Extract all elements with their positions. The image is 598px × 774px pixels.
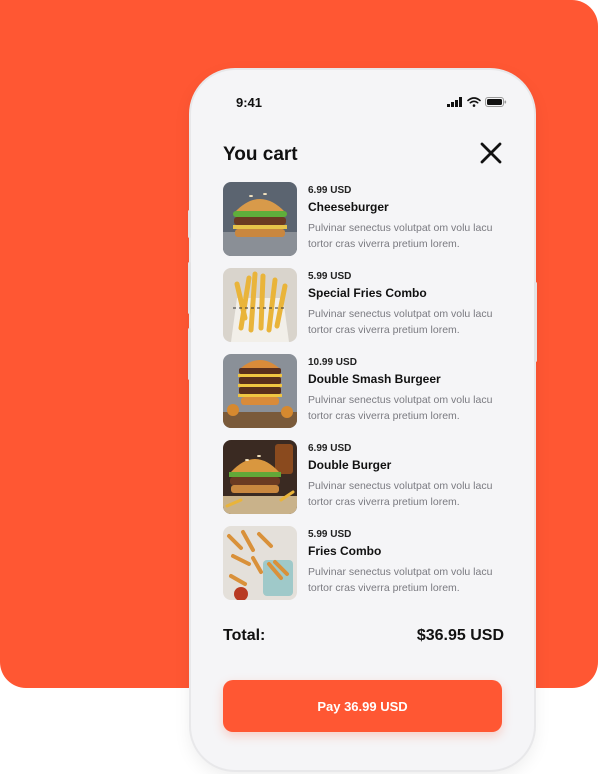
item-price: 5.99 USD (308, 271, 352, 282)
item-description: Pulvinar senectus volutpat om volu lacu … (308, 566, 493, 594)
fries-combo-photo (223, 526, 297, 600)
cart-header: You cart (223, 140, 504, 180)
phone-side-button (188, 210, 191, 238)
item-name: Double Smash Burgeer (308, 372, 441, 386)
close-button[interactable] (478, 140, 504, 166)
phone-side-button (188, 328, 191, 380)
total-value: $36.95 USD (416, 627, 504, 644)
item-name: Fries Combo (308, 544, 382, 558)
battery-icon (485, 97, 507, 107)
cart-item[interactable]: 5.99 USD Fries Combo Pulvinar senectus v… (223, 526, 508, 612)
cheeseburger-photo (223, 182, 297, 256)
cart-item[interactable]: 6.99 USD Double Burger Pulvinar senectus… (223, 440, 508, 526)
signal-icon (447, 97, 462, 107)
smash-burger-photo (223, 354, 297, 428)
wifi-icon (467, 97, 481, 107)
item-description: Pulvinar senectus volutpat om volu lacu … (308, 308, 493, 336)
cart-item-list: 6.99 USD Cheeseburger Pulvinar senectus … (223, 182, 508, 612)
phone-side-button (534, 282, 537, 362)
phone-side-button (188, 262, 191, 314)
close-icon (480, 142, 502, 164)
item-price: 6.99 USD (308, 185, 352, 196)
item-name: Cheeseburger (308, 200, 389, 214)
cart-item[interactable]: 10.99 USD Double Smash Burgeer Pulvinar … (223, 354, 508, 440)
fries-photo (223, 268, 297, 342)
item-price: 6.99 USD (308, 443, 352, 454)
cart-total: Total: $36.95 USD (223, 627, 504, 651)
item-price: 5.99 USD (308, 529, 352, 540)
cart-item[interactable]: 5.99 USD Special Fries Combo Pulvinar se… (223, 268, 508, 354)
item-description: Pulvinar senectus volutpat om volu lacu … (308, 394, 493, 422)
pay-button[interactable]: Pay 36.99 USD (223, 680, 502, 732)
item-name: Special Fries Combo (308, 286, 427, 300)
double-burger-photo (223, 440, 297, 514)
phone-frame: 9:41 You cart 6.99 USD Cheeseburger Pulv… (191, 70, 534, 770)
item-description: Pulvinar senectus volutpat om volu lacu … (308, 222, 493, 250)
total-label: Total: (223, 627, 266, 644)
item-price: 10.99 USD (308, 357, 357, 368)
item-description: Pulvinar senectus volutpat om volu lacu … (308, 480, 493, 508)
item-name: Double Burger (308, 458, 392, 472)
status-icons (447, 97, 507, 107)
status-time: 9:41 (236, 95, 263, 110)
page-title: You cart (223, 144, 298, 165)
cart-item[interactable]: 6.99 USD Cheeseburger Pulvinar senectus … (223, 182, 508, 268)
status-bar: 9:41 (191, 70, 534, 130)
